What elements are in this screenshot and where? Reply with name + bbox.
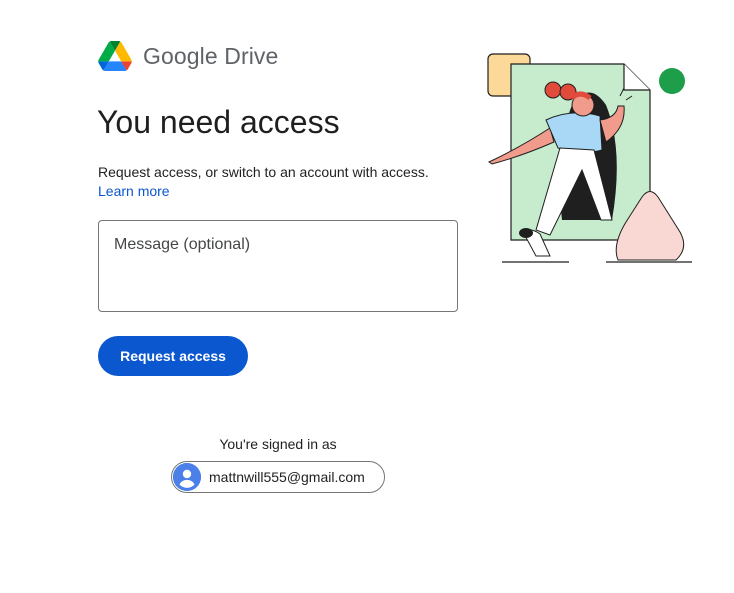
avatar xyxy=(173,463,201,491)
page-title: You need access xyxy=(97,104,340,140)
access-description: Request access, or switch to an account … xyxy=(98,164,429,180)
google-drive-logo-icon xyxy=(98,41,132,71)
google-drive-logo: Google Drive xyxy=(98,40,278,72)
message-field[interactable] xyxy=(98,220,458,312)
account-chip[interactable]: mattnwill555@gmail.com xyxy=(171,461,385,493)
request-access-button[interactable]: Request access xyxy=(98,336,248,376)
account-email: mattnwill555@gmail.com xyxy=(209,469,365,485)
access-illustration xyxy=(487,53,692,263)
brand-name: Google Drive xyxy=(143,42,279,69)
learn-more-link[interactable]: Learn more xyxy=(98,182,170,200)
account-avatar-icon xyxy=(173,463,201,491)
signed-in-label: You're signed in as xyxy=(219,436,337,452)
